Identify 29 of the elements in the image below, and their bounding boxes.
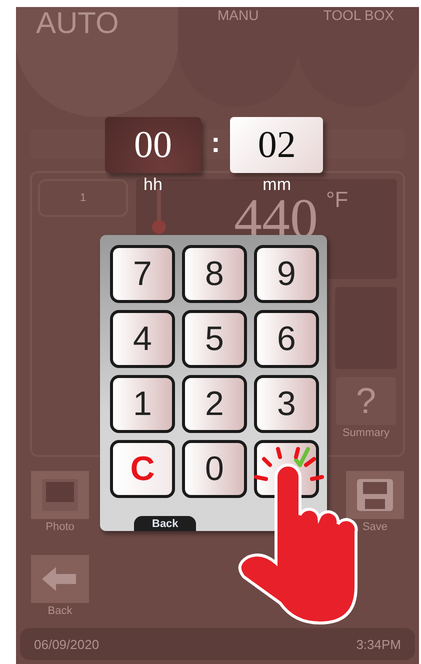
time-unit-label: mm <box>262 175 291 195</box>
back-tab[interactable]: Back <box>134 516 196 531</box>
save-button[interactable] <box>346 471 404 519</box>
save-label: Save <box>362 521 388 533</box>
back-label: Back <box>48 604 72 616</box>
digit-key[interactable]: 9 <box>254 245 319 303</box>
photo-icon <box>40 477 80 513</box>
digit-key[interactable]: 7 <box>110 245 175 303</box>
clear-key[interactable]: C <box>110 440 175 498</box>
photo-button[interactable] <box>31 471 89 519</box>
digit-key[interactable]: 8 <box>182 245 247 303</box>
summary-label: Summary <box>342 427 390 439</box>
digit-key[interactable]: 6 <box>254 310 319 368</box>
digit-key[interactable]: 0 <box>182 440 247 498</box>
back-button[interactable] <box>31 554 89 602</box>
digit-key[interactable]: 4 <box>110 310 175 368</box>
check-icon <box>294 447 310 467</box>
date-text: 06/09/2020 <box>34 636 100 652</box>
digit-key[interactable]: 2 <box>182 375 247 433</box>
time-field[interactable]: 00 <box>105 117 201 173</box>
time-separator: : <box>211 127 220 159</box>
digit-key[interactable]: 3 <box>254 375 319 433</box>
time-text: 3:34PM <box>356 636 401 652</box>
digit-key[interactable]: 5 <box>182 310 247 368</box>
photo-label: Photo <box>46 521 74 533</box>
time-unit-label: hh <box>144 175 162 195</box>
digit-key[interactable]: 1 <box>110 375 175 433</box>
temperature-unit: °F <box>326 187 348 213</box>
time-field[interactable]: 02 <box>230 117 324 173</box>
